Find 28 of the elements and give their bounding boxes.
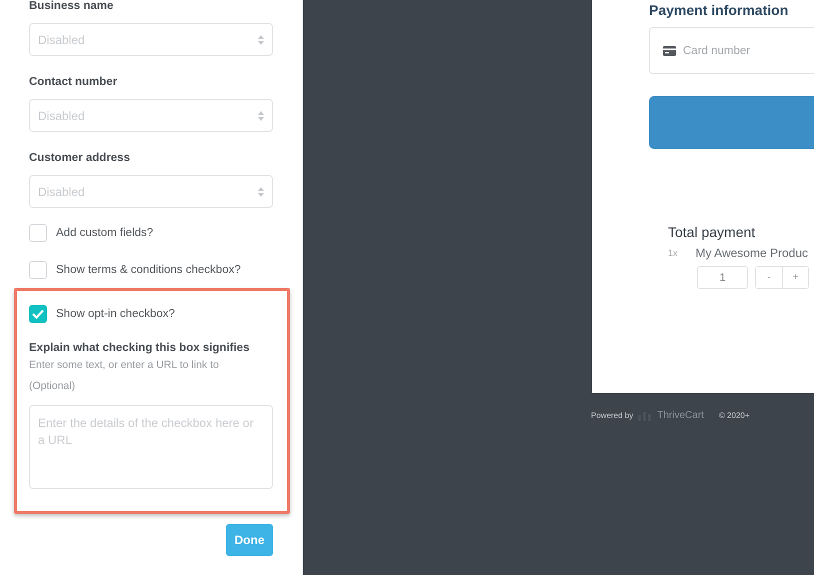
- up-down-arrows-icon: [258, 34, 264, 44]
- card-number-field[interactable]: Card number: [649, 27, 814, 74]
- up-down-arrows-icon: [258, 186, 264, 196]
- copyright-text: © 2020+: [718, 411, 750, 420]
- increase-button[interactable]: +: [782, 267, 808, 288]
- powered-by-text: Powered by: [591, 411, 634, 420]
- checkbox-label: Show terms & conditions checkbox?: [56, 264, 241, 276]
- section-heading: Total payment: [668, 224, 756, 240]
- field-label: Business name: [29, 0, 114, 13]
- checkbox[interactable]: [29, 305, 47, 323]
- checkbox[interactable]: [29, 261, 47, 279]
- credit-card-icon: [663, 46, 676, 56]
- hint-text: Enter some text, or enter a URL to link to: [29, 358, 220, 373]
- section-heading: Payment information: [649, 1, 790, 19]
- product-name: My Awesome Produc: [696, 246, 808, 260]
- checkbox[interactable]: [29, 224, 47, 242]
- field-label: Contact number: [29, 75, 118, 89]
- done-button[interactable]: Done: [226, 524, 273, 556]
- field-label: Customer address: [29, 151, 131, 165]
- optional-text: (Optional): [29, 379, 76, 394]
- checkbox-label: Add custom fields?: [56, 227, 154, 239]
- field-label: Explain what checking this box signifies: [29, 341, 250, 355]
- quantity-field[interactable]: 1: [697, 266, 748, 289]
- brand-name: ThriveCart: [657, 410, 704, 421]
- quantity-label: 1x: [668, 248, 678, 258]
- pay-button[interactable]: [649, 96, 814, 149]
- up-down-arrows-icon: [258, 110, 264, 120]
- checkbox-label: Show opt-in checkbox?: [56, 308, 175, 320]
